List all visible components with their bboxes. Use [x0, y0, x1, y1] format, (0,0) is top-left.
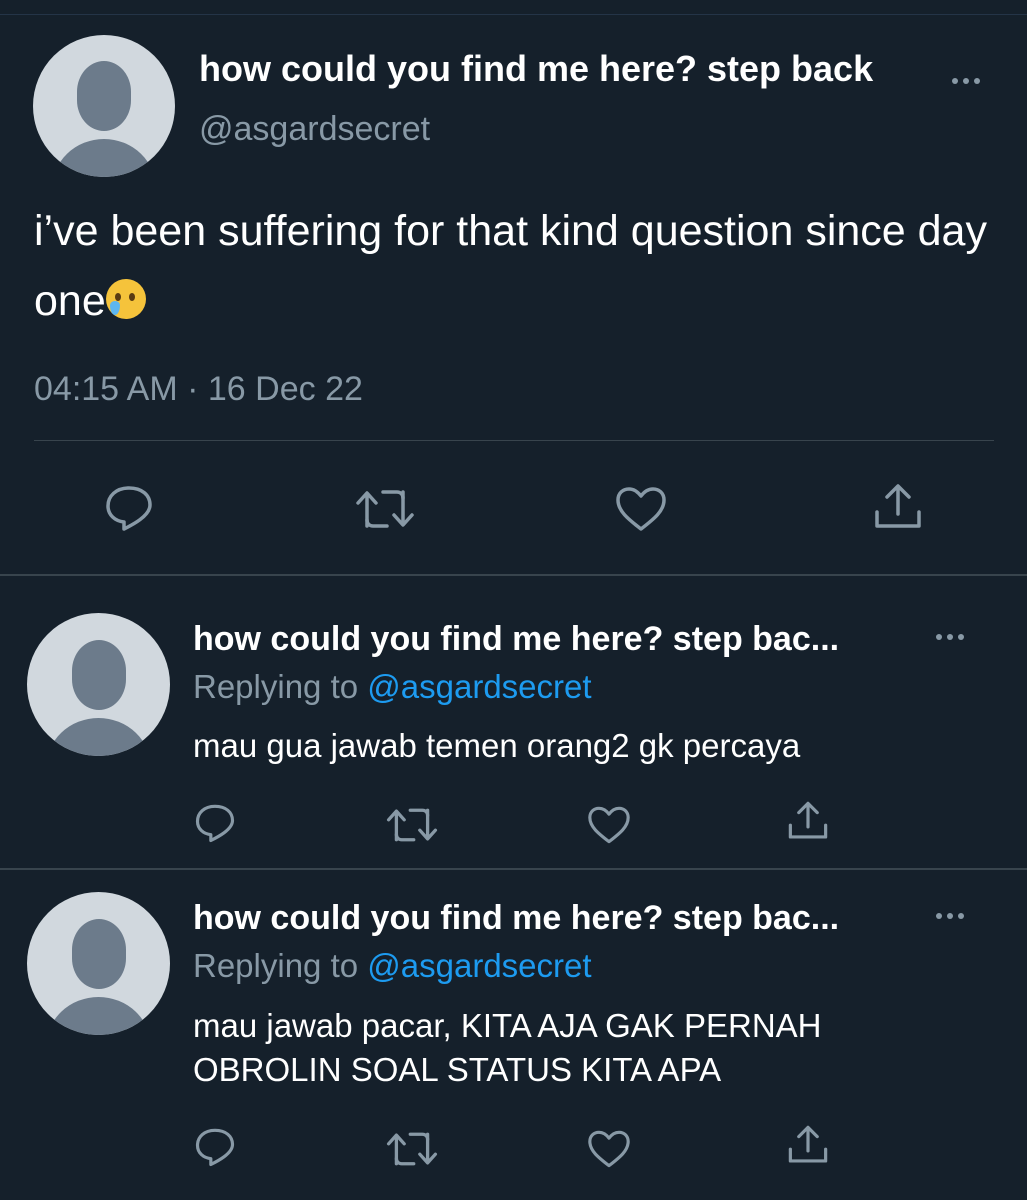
reply-icon[interactable] — [194, 803, 236, 843]
avatar-body — [46, 997, 151, 1035]
user-handle[interactable]: @asgardsecret — [199, 110, 430, 149]
reply-tweet[interactable]: how could you find me here? step bac... … — [0, 870, 1027, 1200]
tweet-text-content: i’ve been suffering for that kind questi… — [34, 207, 987, 325]
avatar-body — [52, 139, 156, 177]
retweet-icon[interactable] — [355, 486, 415, 532]
reply-icon[interactable] — [104, 484, 154, 532]
share-icon[interactable] — [787, 1124, 829, 1166]
mention-link[interactable]: @asgardsecret — [367, 668, 591, 705]
tweet-divider — [34, 440, 994, 441]
tweet-date: 16 Dec 22 — [207, 370, 363, 408]
display-name[interactable]: how could you find me here? step bac... — [193, 899, 839, 938]
share-icon[interactable] — [873, 482, 923, 532]
tweet-time: 04:15 AM — [34, 370, 178, 408]
more-options-icon[interactable] — [952, 78, 980, 84]
tweet-text: i’ve been suffering for that kind questi… — [34, 196, 994, 336]
reply-text: mau gua jawab temen orang2 gk percaya — [193, 727, 801, 764]
share-icon[interactable] — [787, 800, 829, 842]
more-options-icon[interactable] — [936, 634, 964, 640]
avatar[interactable] — [33, 35, 175, 177]
replying-to: Replying to @asgardsecret — [193, 947, 592, 985]
replying-to: Replying to @asgardsecret — [193, 668, 592, 706]
tweet-timestamp[interactable]: 04:15 AM · 16 Dec 22 — [34, 370, 363, 409]
avatar-body — [46, 718, 151, 756]
like-icon[interactable] — [586, 1129, 632, 1169]
avatar-head — [77, 61, 131, 131]
reply-icon[interactable] — [194, 1127, 236, 1167]
replying-label: Replying to — [193, 947, 359, 984]
display-name[interactable]: how could you find me here? step back — [199, 48, 873, 90]
like-icon[interactable] — [586, 805, 632, 845]
replying-label: Replying to — [193, 668, 359, 705]
retweet-icon[interactable] — [386, 805, 438, 845]
avatar-head — [72, 919, 126, 989]
avatar[interactable] — [27, 892, 170, 1035]
avatar-head — [72, 640, 126, 710]
mention-link[interactable]: @asgardsecret — [367, 947, 591, 984]
display-name[interactable]: how could you find me here? step bac... — [193, 620, 839, 659]
avatar[interactable] — [27, 613, 170, 756]
like-icon[interactable] — [614, 485, 668, 533]
crying-face-emoji-icon — [105, 279, 146, 319]
main-tweet: how could you find me here? step back @a… — [0, 0, 1027, 575]
timestamp-separator: · — [187, 370, 199, 408]
retweet-icon[interactable] — [386, 1129, 438, 1169]
reply-text: mau jawab pacar, KITA AJA GAK PERNAH OBR… — [193, 1007, 822, 1088]
reply-tweet[interactable]: how could you find me here? step bac... … — [0, 576, 1027, 868]
more-options-icon[interactable] — [936, 913, 964, 919]
